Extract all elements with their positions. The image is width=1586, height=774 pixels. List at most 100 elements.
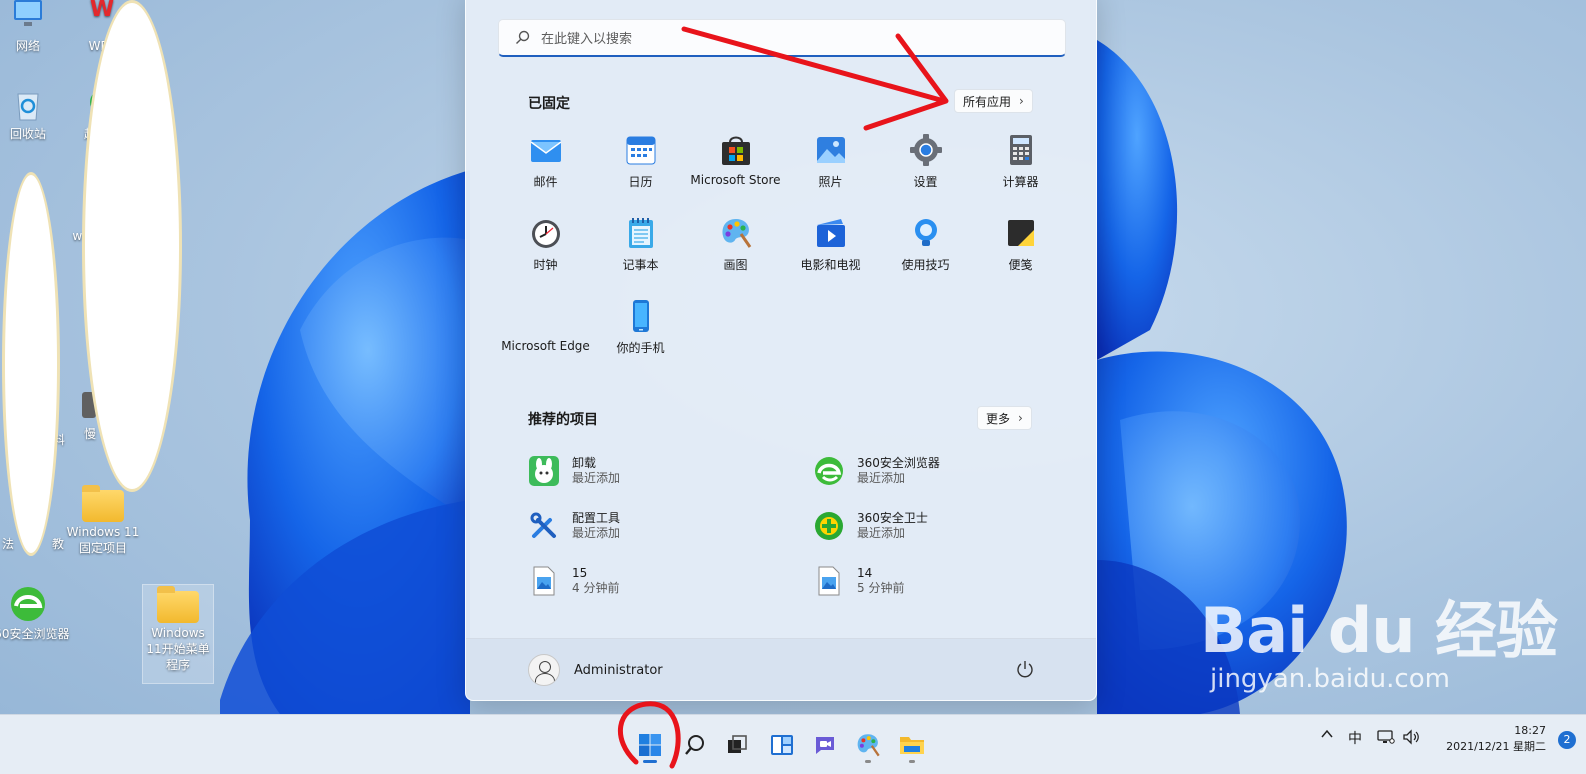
taskbar: 中 18:27 2021/12/21 星期二 2 <box>0 714 1586 774</box>
360-browser-icon <box>813 455 845 487</box>
baidu-jingyan-watermark: Bai du 经验 jingyan.baidu.com <box>1200 598 1558 695</box>
all-apps-button[interactable]: 所有应用 › <box>954 89 1033 113</box>
pinned-app-calculator[interactable]: 计算器 <box>973 127 1068 207</box>
desktop-icon-partial-law[interactable]: 法 <box>0 536 20 552</box>
power-button[interactable] <box>1014 659 1036 681</box>
recommended-item-file-15[interactable]: 15 4 分钟前 <box>528 561 788 601</box>
clock-icon <box>529 216 563 250</box>
notepad-icon <box>624 216 658 250</box>
recommended-time: 最近添加 <box>572 471 621 485</box>
folder-icon <box>82 485 124 522</box>
recommended-name: 360安全浏览器 <box>857 456 940 470</box>
start-menu-footer: Administrator <box>466 638 1096 700</box>
desktop-icon-win11-startmenu-folder[interactable]: Windows 11开始菜单程序 <box>142 584 214 684</box>
start-menu: 在此键入以搜索 已固定 所有应用 › 邮件 日历 Microsoft Store <box>465 0 1097 701</box>
desktop-icon-label: 360安全浏览器 <box>0 627 70 641</box>
user-account-button[interactable]: Administrator <box>528 654 663 686</box>
desktop-icon-360-browser[interactable]: 360安全浏览器 <box>0 584 70 642</box>
pinned-app-photos[interactable]: 照片 <box>783 127 878 207</box>
pinned-app-tips[interactable]: 使用技巧 <box>878 210 973 290</box>
taskbar-clock[interactable]: 18:27 2021/12/21 星期二 <box>1446 723 1546 755</box>
phone-icon <box>624 299 658 333</box>
recommended-name: 14 <box>857 566 873 580</box>
task-view-button[interactable] <box>717 725 757 765</box>
ime-indicator[interactable]: 中 <box>1348 728 1362 748</box>
running-indicator <box>865 760 871 763</box>
pinned-app-paint[interactable]: 画图 <box>688 210 783 290</box>
avatar <box>528 654 560 686</box>
pinned-app-store[interactable]: Microsoft Store <box>688 127 783 207</box>
power-icon <box>1017 661 1033 678</box>
pinned-app-movies-tv[interactable]: 电影和电视 <box>783 210 878 290</box>
pinned-app-your-phone[interactable]: 你的手机 <box>593 293 688 373</box>
pinned-section-title: 已固定 <box>528 96 570 112</box>
more-button[interactable]: 更多 › <box>977 406 1032 430</box>
desktop-icon-label: 法 <box>1 537 14 551</box>
speaker-icon <box>1403 729 1419 745</box>
desktop-icon-network[interactable]: 网络 <box>0 0 68 54</box>
recommended-item-config-tools[interactable]: 配置工具 最近添加 <box>528 506 788 546</box>
task-view-icon <box>728 735 747 753</box>
pinned-app-label: 日历 <box>628 175 653 189</box>
settings-icon <box>909 133 943 167</box>
show-hidden-icons-button[interactable] <box>1320 727 1334 745</box>
mail-icon <box>529 133 563 167</box>
360-guard-icon <box>813 510 845 542</box>
photos-icon <box>814 133 848 167</box>
desktop-icon-label: Windows 11开始菜单程序 <box>146 626 210 672</box>
clock-date: 2021/12/21 星期二 <box>1446 740 1546 753</box>
pinned-app-calendar[interactable]: 日历 <box>593 127 688 207</box>
tips-icon <box>909 216 943 250</box>
uninstall-icon <box>528 455 560 487</box>
pinned-app-settings[interactable]: 设置 <box>878 127 973 207</box>
pinned-app-sticky-notes[interactable]: 便笺 <box>973 210 1068 290</box>
network-status-button[interactable] <box>1377 729 1395 749</box>
calendar-icon <box>624 133 658 167</box>
pinned-app-clock[interactable]: 时钟 <box>498 210 593 290</box>
pinned-app-label: 照片 <box>818 175 843 189</box>
watermark-url: jingyan.baidu.com <box>1210 664 1450 694</box>
search-placeholder: 在此键入以搜索 <box>541 32 633 47</box>
volume-button[interactable] <box>1402 729 1420 749</box>
pinned-app-label: 邮件 <box>533 175 558 189</box>
taskbar-search-button[interactable] <box>675 725 715 765</box>
recommended-item-uninstall[interactable]: 卸载 最近添加 <box>528 451 788 491</box>
pinned-app-label: Microsoft Store <box>690 173 781 187</box>
movies-icon <box>814 216 848 250</box>
more-label: 更多 <box>986 411 1011 426</box>
360-browser-icon <box>8 584 48 624</box>
pinned-app-notepad[interactable]: 记事本 <box>593 210 688 290</box>
active-indicator <box>643 760 657 763</box>
pinned-app-mail[interactable]: 邮件 <box>498 127 593 207</box>
redaction-ellipse <box>2 172 60 556</box>
pinned-app-edge[interactable]: Microsoft Edge <box>498 293 593 373</box>
chevron-up-icon <box>1321 729 1333 738</box>
start-button[interactable] <box>630 725 670 765</box>
pinned-app-label: Microsoft Edge <box>501 339 590 353</box>
desktop-icon-label: 网络 <box>15 39 40 53</box>
widgets-button[interactable] <box>762 725 802 765</box>
taskbar-paint-button[interactable] <box>848 725 888 765</box>
windows-logo-icon <box>639 734 661 756</box>
chat-button[interactable] <box>805 725 845 765</box>
paint-icon <box>857 734 880 757</box>
store-icon <box>719 133 753 167</box>
recommended-item-360-guard[interactable]: 360安全卫士 最近添加 <box>813 506 1073 546</box>
widgets-icon <box>771 735 793 755</box>
recommended-item-file-14[interactable]: 14 5 分钟前 <box>813 561 1073 601</box>
svg-text:W: W <box>90 0 114 22</box>
paint-icon <box>719 216 753 250</box>
search-icon <box>516 30 530 44</box>
pinned-app-label: 画图 <box>723 258 748 272</box>
file-explorer-button[interactable] <box>892 725 932 765</box>
recommended-item-360-browser[interactable]: 360安全浏览器 最近添加 <box>813 451 1073 491</box>
running-indicator <box>909 760 915 763</box>
pinned-app-label: 你的手机 <box>616 341 665 355</box>
chat-icon <box>816 737 834 754</box>
pinned-app-label: 计算器 <box>1002 175 1039 189</box>
notification-badge[interactable]: 2 <box>1558 731 1576 749</box>
calculator-icon <box>1004 133 1038 167</box>
recommended-name: 360安全卫士 <box>857 511 928 525</box>
start-search-input[interactable]: 在此键入以搜索 <box>498 19 1066 57</box>
desktop-icon-win11-pinned-folder[interactable]: Windows 11 固定项目 <box>62 484 144 556</box>
